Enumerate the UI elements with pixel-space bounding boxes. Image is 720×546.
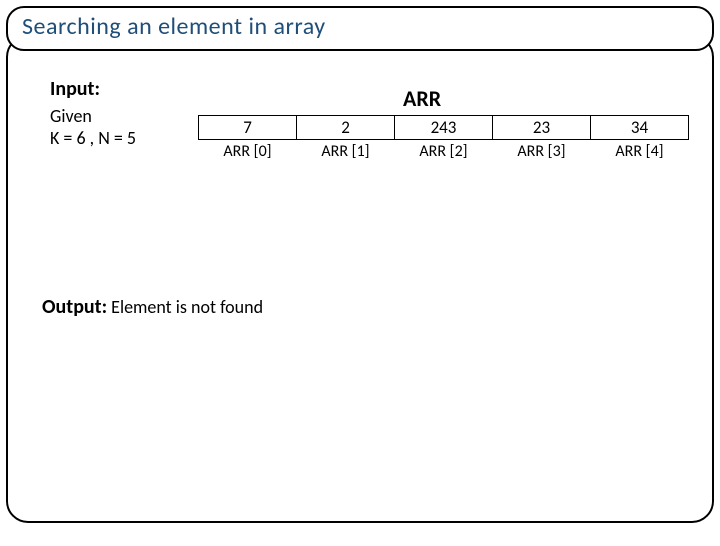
array-index: ARR [3] — [493, 140, 591, 163]
given-word: Given — [50, 105, 92, 127]
array-name: ARR — [403, 85, 441, 112]
array-index-row: ARR [0] ARR [1] ARR [2] ARR [3] ARR [4] — [199, 140, 689, 163]
body-panel: Input: Given K = 6 , N = 5 ARR 7 2 243 2… — [6, 35, 714, 523]
array-index: ARR [1] — [297, 140, 395, 163]
array-cell: 34 — [591, 116, 689, 140]
array-cell: 2 — [297, 116, 395, 140]
array-cell: 243 — [395, 116, 493, 140]
array-cell: 23 — [493, 116, 591, 140]
output-line: Output: Element is not found — [42, 295, 263, 319]
array-index: ARR [4] — [591, 140, 689, 163]
output-label: Output: — [42, 295, 107, 319]
array-index: ARR [2] — [395, 140, 493, 163]
array-values-row: 7 2 243 23 34 — [199, 116, 689, 140]
given-params: K = 6 , N = 5 — [50, 127, 136, 149]
array-index: ARR [0] — [199, 140, 297, 163]
array-cell: 7 — [199, 116, 297, 140]
slide-title: Searching an element in array — [22, 12, 326, 41]
array-table: 7 2 243 23 34 ARR [0] ARR [1] ARR [2] AR… — [198, 115, 689, 162]
output-text: Element is not found — [107, 296, 263, 318]
title-band: Searching an element in array — [6, 6, 714, 51]
input-label: Input: — [50, 77, 100, 101]
